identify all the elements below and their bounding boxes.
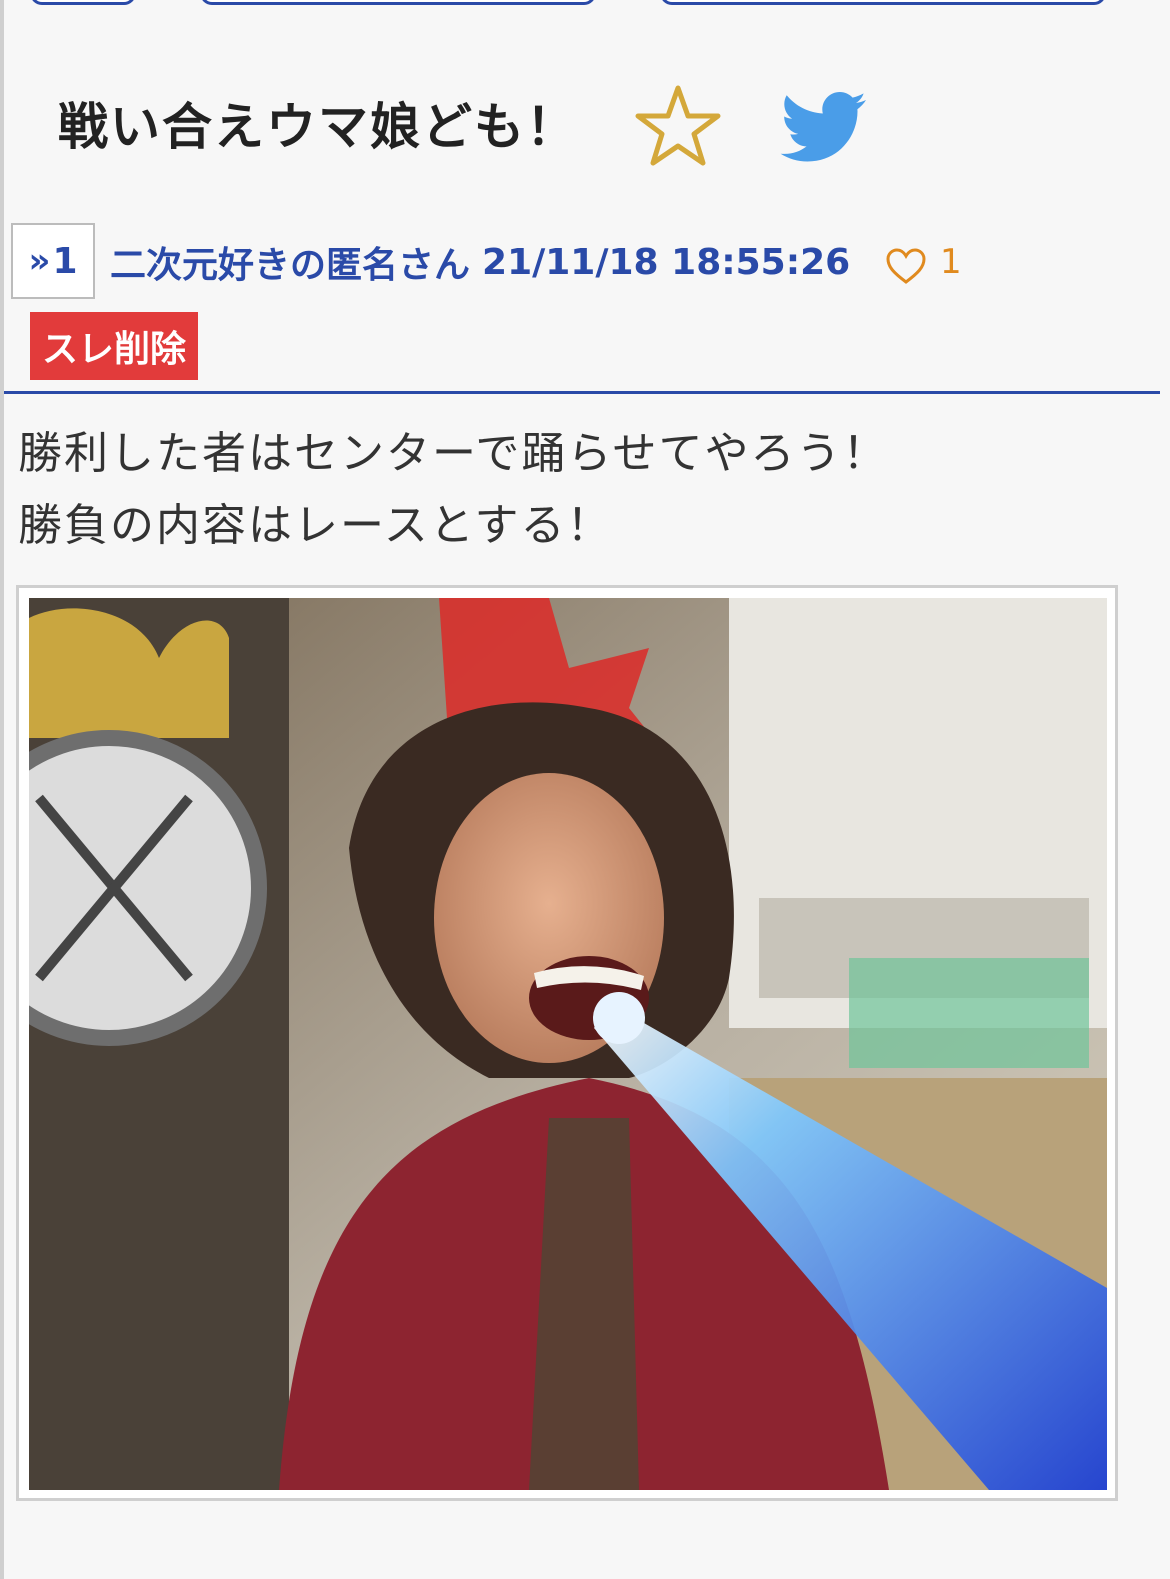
like-count: 1 [940,242,962,282]
post-timestamp: 21/11/18 18:55:26 [482,241,851,283]
post-body: 勝利した者はセンターで踊らせてやろう！ 勝負の内容はレースとする！ [18,418,888,562]
post-image-frame[interactable] [16,585,1118,1501]
star-icon[interactable] [632,82,724,170]
post-line-2: 勝負の内容はレースとする！ [18,500,613,551]
post-number-value: 1 [52,240,78,282]
post-line-1: 勝利した者はセンターで踊らせてやろう！ [18,428,889,479]
post-image[interactable] [29,598,1107,1490]
twitter-icon[interactable] [778,90,870,166]
heart-icon[interactable] [884,246,928,286]
thread-title-row: 戦い合えウマ娘ども！ [58,78,578,168]
post-number[interactable]: » 1 [11,223,95,299]
thread-title: 戦い合えウマ娘ども！ [58,98,578,156]
page-edge [0,0,4,1579]
delete-thread-button[interactable]: スレ削除 [30,312,198,380]
divider [4,391,1160,394]
top-tab-1[interactable] [30,0,136,5]
post-meta: 二次元好きの匿名さん 21/11/18 18:55:26 [110,236,850,288]
post-author[interactable]: 二次元好きの匿名さん [110,236,470,288]
reply-chevron-icon: » [28,241,51,281]
top-tab-3[interactable] [660,0,1106,5]
top-tab-2[interactable] [200,0,596,5]
